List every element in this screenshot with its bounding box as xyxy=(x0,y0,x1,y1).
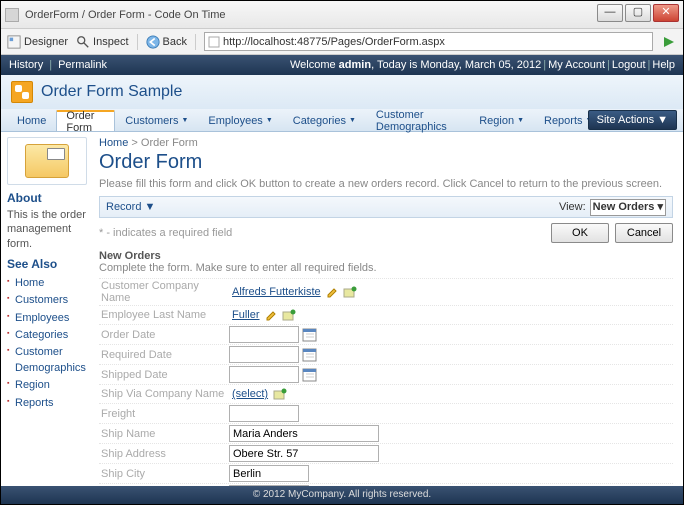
window-title: OrderForm / Order Form - Code On Time xyxy=(25,9,225,21)
required-hint-top: * - indicates a required field xyxy=(99,227,232,239)
nav-region[interactable]: Region▼ xyxy=(469,109,534,131)
breadcrumb-home[interactable]: Home xyxy=(99,137,128,149)
nav-customers[interactable]: Customers▼ xyxy=(115,109,198,131)
help-link[interactable]: Help xyxy=(652,59,675,71)
url-box[interactable]: http://localhost:48775/Pages/OrderForm.a… xyxy=(204,32,653,51)
back-button[interactable]: Back xyxy=(146,35,187,49)
app-favicon xyxy=(5,8,19,22)
seealso-heading: See Also xyxy=(7,257,87,271)
about-heading: About xyxy=(7,191,87,205)
nav-demographics[interactable]: Customer Demographics xyxy=(366,109,469,131)
inspect-button[interactable]: Inspect xyxy=(76,35,128,49)
maximize-button[interactable]: ▢ xyxy=(625,4,651,22)
view-select[interactable]: New Orders ▾ xyxy=(590,199,666,216)
page-instructions: Please fill this form and click OK butto… xyxy=(99,178,673,190)
sidebar-link-customer-demographics[interactable]: Customer Demographics xyxy=(7,344,87,377)
sidebar: About This is the order management form.… xyxy=(1,132,93,486)
shipvia-label: Ship Via Company Name xyxy=(99,388,229,400)
sidebar-link-categories[interactable]: Categories xyxy=(7,327,87,344)
shipcity-label: Ship City xyxy=(99,468,229,480)
sidebar-link-home[interactable]: Home xyxy=(7,275,87,292)
shipaddress-label: Ship Address xyxy=(99,448,229,460)
shipcity-input[interactable] xyxy=(229,465,309,482)
nav-home[interactable]: Home xyxy=(7,109,56,131)
freight-label: Freight xyxy=(99,408,229,420)
requireddate-label: Required Date xyxy=(99,349,229,361)
calendar-icon[interactable] xyxy=(302,367,317,382)
page-header: Order Form Sample xyxy=(1,75,683,109)
shipname-label: Ship Name xyxy=(99,428,229,440)
shipvia-lookup[interactable]: (select) xyxy=(232,388,268,400)
go-button[interactable] xyxy=(661,34,677,50)
cancel-button-top[interactable]: Cancel xyxy=(615,223,673,243)
customer-label: Customer Company Name xyxy=(99,280,229,304)
nav-categories[interactable]: Categories▼ xyxy=(283,109,366,131)
section-title: New Orders xyxy=(99,250,673,262)
shippeddate-label: Shipped Date xyxy=(99,369,229,381)
employee-lookup[interactable]: Fuller xyxy=(232,309,260,321)
calendar-icon[interactable] xyxy=(302,347,317,362)
sidebar-link-customers[interactable]: Customers xyxy=(7,292,87,309)
app-title: Order Form Sample xyxy=(41,83,182,101)
requireddate-input[interactable] xyxy=(229,346,299,363)
view-label: View: xyxy=(559,201,586,213)
record-menu[interactable]: Record▼ xyxy=(106,201,155,213)
permalink-link[interactable]: Permalink xyxy=(58,59,107,71)
breadcrumb: Home > Order Form xyxy=(99,137,673,149)
orderdate-label: Order Date xyxy=(99,329,229,341)
edit-icon[interactable] xyxy=(265,309,277,321)
window-titlebar: OrderForm / Order Form - Code On Time — … xyxy=(1,1,683,29)
sidebar-link-employees[interactable]: Employees xyxy=(7,310,87,327)
orderdate-input[interactable] xyxy=(229,326,299,343)
sidebar-link-reports[interactable]: Reports xyxy=(7,395,87,412)
history-bar: History | Permalink Welcome admin, Today… xyxy=(1,55,683,75)
back-icon xyxy=(146,35,160,49)
new-icon[interactable] xyxy=(273,388,287,400)
myaccount-link[interactable]: My Account xyxy=(548,59,605,71)
new-icon[interactable] xyxy=(282,309,296,321)
sidebar-image-box xyxy=(7,137,87,185)
designer-button[interactable]: Designer xyxy=(7,35,68,49)
close-button[interactable]: ✕ xyxy=(653,4,679,22)
welcome-text: Welcome admin, Today is Monday, March 05… xyxy=(290,59,541,71)
nav-orderform[interactable]: Order Form xyxy=(56,110,115,131)
calendar-icon[interactable] xyxy=(302,327,317,342)
main-content: Home > Order Form Order Form Please fill… xyxy=(93,132,683,486)
shippeddate-input[interactable] xyxy=(229,366,299,383)
nav-employees[interactable]: Employees▼ xyxy=(198,109,282,131)
freight-input[interactable] xyxy=(229,405,299,422)
main-nav: Home Order Form Customers▼ Employees▼ Ca… xyxy=(1,109,683,132)
history-link[interactable]: History xyxy=(9,59,43,71)
customer-lookup[interactable]: Alfreds Futterkiste xyxy=(232,286,321,298)
browser-toolbar: Designer Inspect Back http://localhost:4… xyxy=(1,29,683,55)
minimize-button[interactable]: — xyxy=(597,4,623,22)
folder-icon xyxy=(25,144,69,178)
about-text: This is the order management form. xyxy=(7,208,87,251)
footer: © 2012 MyCompany. All rights reserved. xyxy=(1,486,683,504)
site-actions-button[interactable]: Site Actions▼ xyxy=(588,110,677,130)
ok-button-top[interactable]: OK xyxy=(551,223,609,243)
section-desc: Complete the form. Make sure to enter al… xyxy=(99,262,673,274)
record-bar: Record▼ View: New Orders ▾ xyxy=(99,196,673,218)
designer-icon xyxy=(7,35,21,49)
logout-link[interactable]: Logout xyxy=(612,59,646,71)
sidebar-link-region[interactable]: Region xyxy=(7,377,87,394)
inspect-icon xyxy=(76,35,90,49)
page-icon xyxy=(208,36,220,48)
shipaddress-input[interactable] xyxy=(229,445,379,462)
edit-icon[interactable] xyxy=(326,286,338,298)
app-logo xyxy=(11,81,33,103)
url-text: http://localhost:48775/Pages/OrderForm.a… xyxy=(223,36,649,48)
shipname-input[interactable] xyxy=(229,425,379,442)
employee-label: Employee Last Name xyxy=(99,309,229,321)
page-title: Order Form xyxy=(99,151,673,174)
new-icon[interactable] xyxy=(343,286,357,298)
